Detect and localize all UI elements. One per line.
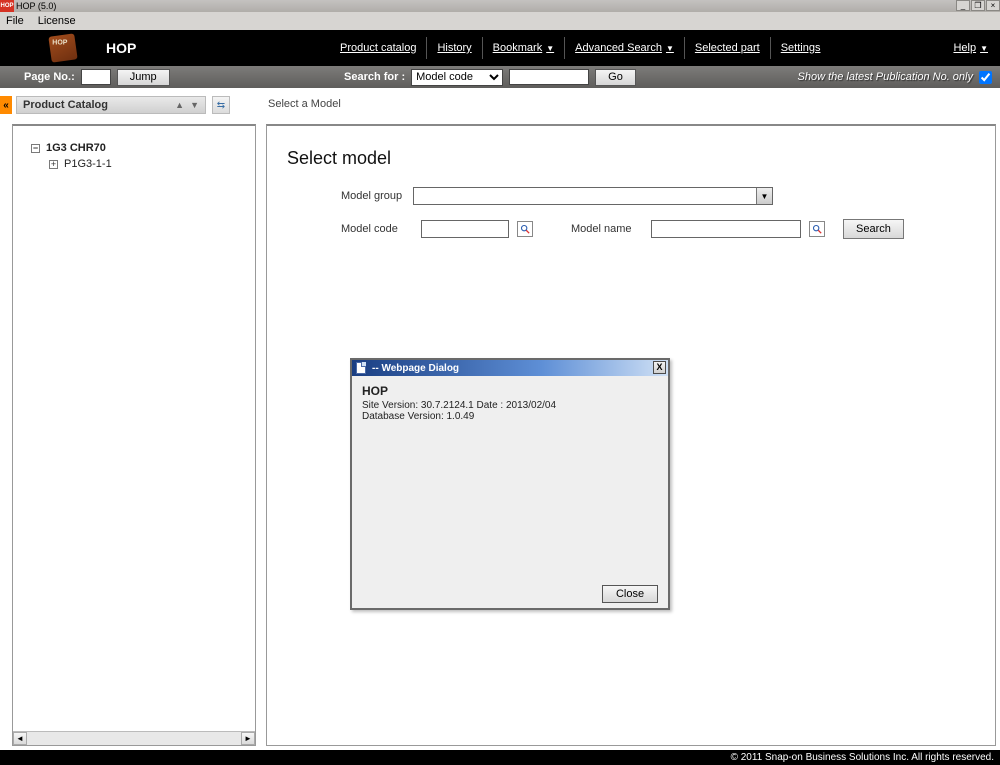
sidebar-hscrollbar[interactable]: ◄ ►	[13, 731, 255, 745]
search-icon	[520, 224, 530, 234]
product-tree: − 1G3 CHR70 + P1G3-1-1	[13, 126, 255, 186]
sidebar-header: Product Catalog ▲ ▼	[16, 96, 206, 114]
tree-collapse-icon[interactable]: −	[31, 144, 40, 153]
chevron-down-icon[interactable]: ▼	[756, 188, 772, 204]
sort-down-icon[interactable]: ▼	[190, 100, 199, 110]
dialog-product-name: HOP	[362, 384, 658, 398]
search-value-input[interactable]	[509, 69, 589, 85]
dialog-footer: Close	[352, 580, 668, 608]
about-dialog: -- Webpage Dialog X HOP Site Version: 30…	[350, 358, 670, 610]
window-title: HOP (5.0)	[16, 1, 56, 11]
app-icon: HOP	[0, 0, 14, 12]
window-maximize-button[interactable]: ❐	[971, 0, 985, 11]
window-minimize-button[interactable]: _	[956, 0, 970, 11]
show-latest-checkbox[interactable]	[979, 71, 992, 84]
dialog-close-button[interactable]: Close	[602, 585, 658, 603]
model-name-lookup-button[interactable]	[809, 221, 825, 237]
model-code-label: Model code	[341, 223, 413, 235]
breadcrumb: Select a Model	[268, 98, 341, 110]
window-close-button[interactable]: ×	[986, 0, 1000, 11]
window-titlebar: HOP HOP (5.0) _ ❐ ×	[0, 0, 1000, 12]
search-for-label: Search for :	[344, 71, 405, 83]
model-code-lookup-button[interactable]	[517, 221, 533, 237]
dialog-titlebar[interactable]: -- Webpage Dialog X	[352, 360, 668, 376]
dialog-db-version: Database Version: 1.0.49	[362, 411, 658, 422]
model-group-select[interactable]: ▼	[413, 187, 773, 205]
app-title: HOP	[106, 40, 136, 56]
sidebar-title: Product Catalog	[23, 99, 108, 111]
tree-node-root[interactable]: − 1G3 CHR70	[31, 140, 247, 156]
menu-license[interactable]: License	[38, 15, 76, 27]
footer: © 2011 Snap-on Business Solutions Inc. A…	[0, 750, 1000, 765]
dialog-site-version: Site Version: 30.7.2124.1 Date : 2013/02…	[362, 400, 658, 411]
nav-product-catalog[interactable]: Product catalog	[330, 37, 427, 59]
dialog-close-x-button[interactable]: X	[653, 361, 666, 374]
copyright-text: © 2011 Snap-on Business Solutions Inc. A…	[731, 752, 994, 763]
scroll-right-icon[interactable]: ►	[241, 732, 255, 745]
jump-button[interactable]: Jump	[117, 69, 170, 86]
menu-file[interactable]: File	[6, 15, 24, 27]
sub-toolbar: Page No.: Jump Search for : Model code G…	[0, 66, 1000, 88]
nav-history[interactable]: History	[427, 37, 482, 59]
nav-settings[interactable]: Settings	[771, 37, 831, 59]
page-icon	[356, 362, 366, 374]
dialog-title: -- Webpage Dialog	[372, 363, 459, 374]
page-no-input[interactable]	[81, 69, 111, 85]
nav-bookmark[interactable]: Bookmark▼	[483, 37, 565, 59]
caret-down-icon: ▼	[546, 44, 554, 53]
model-group-label: Model group	[341, 190, 413, 202]
search-button[interactable]: Search	[843, 219, 904, 239]
scroll-left-icon[interactable]: ◄	[13, 732, 27, 745]
nav-advanced-search[interactable]: Advanced Search▼	[565, 37, 685, 59]
caret-down-icon: ▼	[666, 44, 674, 53]
tree-node-child[interactable]: + P1G3-1-1	[49, 156, 247, 172]
sidebar-panel: − 1G3 CHR70 + P1G3-1-1 ◄ ►	[12, 124, 256, 746]
menubar: File License	[0, 12, 1000, 30]
sidebar-tool-button[interactable]: ⇆	[212, 96, 230, 114]
sidebar-collapse-button[interactable]: «	[0, 96, 12, 114]
brand-logo	[48, 33, 77, 62]
model-code-input[interactable]	[421, 220, 509, 238]
tree-node-label: 1G3 CHR70	[46, 142, 106, 154]
go-button[interactable]: Go	[595, 69, 636, 86]
page-heading: Select model	[287, 148, 995, 169]
nav-selected-part[interactable]: Selected part	[685, 37, 771, 59]
search-icon	[812, 224, 822, 234]
tree-node-label: P1G3-1-1	[64, 158, 112, 170]
workspace: « Product Catalog ▲ ▼ ⇆ Select a Model −…	[0, 88, 1000, 750]
model-name-label: Model name	[571, 223, 643, 235]
caret-down-icon: ▼	[980, 44, 988, 53]
nav-help[interactable]: Help▼	[953, 42, 988, 54]
model-name-input[interactable]	[651, 220, 801, 238]
sort-up-icon[interactable]: ▲	[175, 100, 184, 110]
search-kind-select[interactable]: Model code	[411, 69, 503, 86]
tree-expand-icon[interactable]: +	[49, 160, 58, 169]
page-no-label: Page No.:	[24, 71, 75, 83]
show-latest-label: Show the latest Publication No. only	[798, 71, 974, 83]
dialog-body: HOP Site Version: 30.7.2124.1 Date : 201…	[352, 376, 668, 580]
top-nav: HOP Product catalog History Bookmark▼ Ad…	[0, 30, 1000, 66]
